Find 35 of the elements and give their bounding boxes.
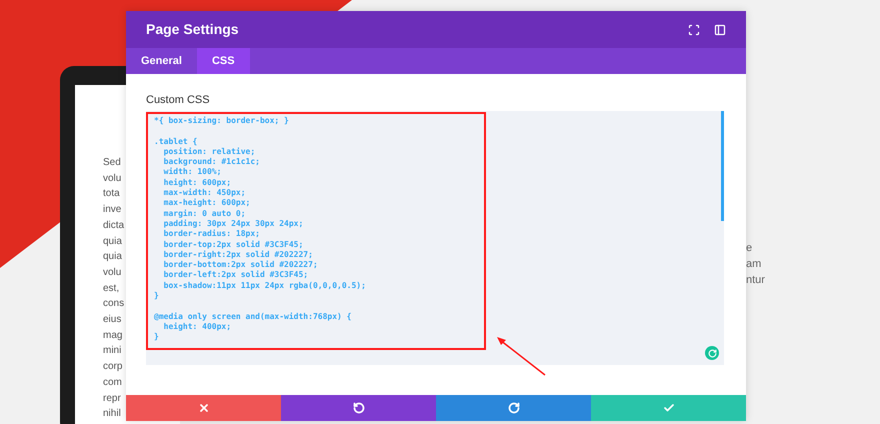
paragraph-text: volu: [103, 266, 122, 280]
window-title: Page Settings: [146, 20, 239, 39]
tab[interactable]: General: [126, 48, 197, 74]
paragraph-text: tota: [103, 187, 120, 202]
paragraph-text: quia: [103, 250, 122, 264]
paragraph-text: dicta: [103, 218, 124, 233]
redo-button[interactable]: [436, 395, 591, 421]
undo-icon: [352, 402, 364, 414]
undo-button[interactable]: [281, 395, 436, 421]
paragraph-text: nihil: [103, 407, 121, 422]
paragraph-text: corp: [103, 360, 122, 374]
tab[interactable]: CSS: [196, 48, 250, 74]
paragraph-text: volu: [103, 172, 122, 186]
save-button[interactable]: [591, 395, 746, 421]
paragraph-text: mag: [103, 328, 122, 343]
paragraph-text: mini: [103, 344, 122, 358]
paragraph-text: am: [746, 257, 762, 272]
paragraph-text: cons: [103, 297, 124, 312]
paragraph-text: com: [103, 376, 122, 390]
sidebar-icon[interactable]: [714, 24, 726, 36]
paragraph-text: est,: [103, 282, 120, 296]
paragraph-text: Sed: [103, 156, 121, 170]
field-label: Custom CSS: [146, 93, 210, 107]
redo-icon: [508, 402, 520, 414]
paragraph-text: quia: [103, 234, 122, 249]
paragraph-text: e: [746, 241, 752, 256]
paragraph-text: ntur: [746, 273, 765, 288]
checkmark-icon: [662, 402, 674, 414]
close-icon: [198, 402, 210, 414]
paragraph-text: repr: [103, 392, 121, 406]
arrow-annotation: [497, 337, 546, 376]
close-button[interactable]: [126, 395, 281, 421]
paragraph-text: inve: [103, 203, 122, 218]
expand-icon[interactable]: [688, 24, 700, 36]
paragraph-text: eius: [103, 313, 122, 328]
